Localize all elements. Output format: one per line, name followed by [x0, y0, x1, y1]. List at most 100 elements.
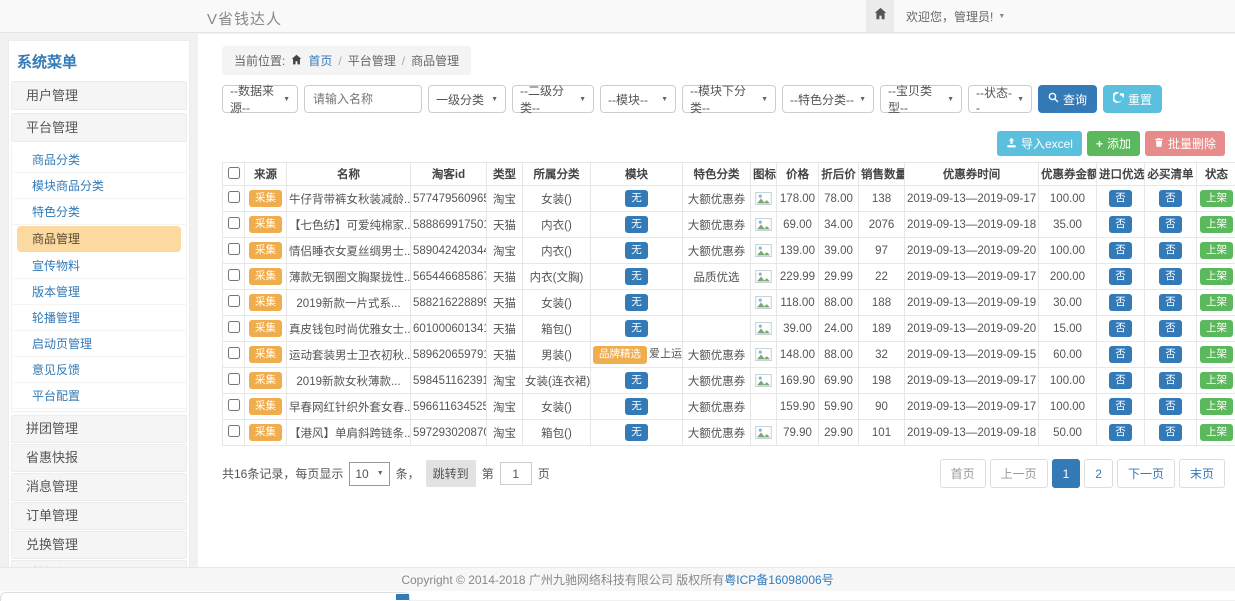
status-badge[interactable]: 上架	[1200, 242, 1233, 259]
sidebar-item[interactable]: 商品管理	[17, 226, 181, 252]
must-buy-badge[interactable]: 否	[1159, 320, 1182, 337]
sidebar-item[interactable]: 模块商品分类	[12, 173, 186, 199]
row-checkbox[interactable]	[228, 269, 240, 281]
sidebar-item[interactable]: 意见反馈	[12, 357, 186, 383]
page-button[interactable]: 下一页	[1117, 459, 1175, 488]
row-source-cell: 采集	[245, 342, 287, 368]
search-name-input[interactable]	[304, 85, 422, 113]
reset-button[interactable]: 重置	[1103, 85, 1162, 113]
must-buy-badge[interactable]: 否	[1159, 294, 1182, 311]
import-select-badge[interactable]: 否	[1109, 424, 1132, 441]
must-buy-badge[interactable]: 否	[1159, 346, 1182, 363]
must-buy-badge[interactable]: 否	[1159, 398, 1182, 415]
pager: 首页上一页12下一页末页	[940, 459, 1225, 488]
sidebar-item[interactable]: 宣传物料	[12, 253, 186, 279]
row-sales: 22	[859, 264, 905, 290]
must-buy-badge[interactable]: 否	[1159, 216, 1182, 233]
module-badge: 无	[625, 424, 648, 441]
sidebar-group[interactable]: 省惠快报	[11, 444, 187, 472]
sidebar-group[interactable]: 兑换管理	[11, 531, 187, 559]
status-badge[interactable]: 上架	[1200, 398, 1233, 415]
add-button[interactable]: + 添加	[1087, 131, 1140, 156]
import-select-badge[interactable]: 否	[1109, 294, 1132, 311]
breadcrumb-home-link[interactable]: 首页	[308, 52, 332, 69]
bulk-delete-button[interactable]: 批量删除	[1145, 131, 1225, 156]
import-select-badge[interactable]: 否	[1109, 320, 1132, 337]
page-button[interactable]: 上一页	[990, 459, 1048, 488]
icp-link[interactable]: 粤ICP备16098006号	[724, 571, 833, 588]
row-checkbox[interactable]	[228, 347, 240, 359]
sidebar-item[interactable]: 特色分类	[12, 199, 186, 225]
sidebar-group[interactable]: 平台管理	[11, 113, 187, 142]
import-select-badge[interactable]: 否	[1109, 190, 1132, 207]
page-button[interactable]: 2	[1084, 459, 1113, 488]
filter-select[interactable]: --模块下分类--▼	[682, 85, 776, 113]
page-number-input[interactable]	[500, 462, 532, 485]
sidebar-group[interactable]: 拼团管理	[11, 415, 187, 443]
sidebar-item[interactable]: 商品分类	[12, 147, 186, 173]
sidebar-item[interactable]: 轮播管理	[12, 305, 186, 331]
source-badge: 采集	[249, 268, 282, 285]
must-buy-badge[interactable]: 否	[1159, 372, 1182, 389]
row-mustbuy-cell: 否	[1145, 238, 1197, 264]
status-badge[interactable]: 上架	[1200, 268, 1233, 285]
filter-select[interactable]: 一级分类▼	[428, 85, 506, 113]
import-select-badge[interactable]: 否	[1109, 216, 1132, 233]
status-badge[interactable]: 上架	[1200, 346, 1233, 363]
row-checkbox[interactable]	[228, 399, 240, 411]
must-buy-badge[interactable]: 否	[1159, 242, 1182, 259]
must-buy-badge[interactable]: 否	[1159, 424, 1182, 441]
sidebar-group[interactable]: 消息管理	[11, 473, 187, 501]
import-select-badge[interactable]: 否	[1109, 268, 1132, 285]
page-button[interactable]: 首页	[940, 459, 986, 488]
jump-button[interactable]: 跳转到	[426, 460, 476, 487]
sidebar-bottom-groups: 拼团管理省惠快报消息管理订单管理兑换管理结算管理	[9, 415, 189, 575]
status-badge[interactable]: 上架	[1200, 216, 1233, 233]
select-all-checkbox[interactable]	[228, 167, 240, 179]
status-badge[interactable]: 上架	[1200, 372, 1233, 389]
table-body: 采集牛仔背带裤女秋装减龄...577479560965淘宝女装()无大额优惠券1…	[223, 186, 1235, 446]
row-mustbuy-cell: 否	[1145, 368, 1197, 394]
row-import-cell: 否	[1097, 212, 1145, 238]
sidebar-item[interactable]: 版本管理	[12, 279, 186, 305]
search-button[interactable]: 查询	[1038, 85, 1097, 113]
row-checkbox[interactable]	[228, 243, 240, 255]
main-content: 当前位置: 首页 /平台管理/商品管理 --数据来源--▼一级分类▼--二级分类…	[222, 46, 1225, 488]
import-select-badge[interactable]: 否	[1109, 372, 1132, 389]
filter-select[interactable]: --模块--▼	[600, 85, 676, 113]
status-badge[interactable]: 上架	[1200, 190, 1233, 207]
home-button[interactable]	[866, 0, 894, 32]
column-header: 名称	[287, 163, 411, 186]
must-buy-badge[interactable]: 否	[1159, 268, 1182, 285]
status-badge[interactable]: 上架	[1200, 424, 1233, 441]
sidebar-item[interactable]: 平台配置	[12, 383, 186, 409]
user-menu[interactable]: 欢迎您，管理员! ▼	[906, 8, 1005, 25]
sidebar-item[interactable]: 启动页管理	[12, 331, 186, 357]
import-select-badge[interactable]: 否	[1109, 398, 1132, 415]
import-select-badge[interactable]: 否	[1109, 242, 1132, 259]
row-checkbox[interactable]	[228, 373, 240, 385]
row-checkbox[interactable]	[228, 191, 240, 203]
sidebar-group[interactable]: 用户管理	[11, 81, 187, 110]
thumbnail-icon	[755, 348, 772, 361]
page-button[interactable]: 末页	[1179, 459, 1225, 488]
import-select-badge[interactable]: 否	[1109, 346, 1132, 363]
row-checkbox[interactable]	[228, 321, 240, 333]
filter-select[interactable]: --数据来源--▼	[222, 85, 298, 113]
column-header: 优惠券时间	[905, 163, 1039, 186]
sidebar-group[interactable]: 订单管理	[11, 502, 187, 530]
row-checkbox[interactable]	[228, 217, 240, 229]
import-excel-button[interactable]: 导入excel	[997, 131, 1082, 156]
filter-select[interactable]: --状态--▼	[968, 85, 1032, 113]
must-buy-badge[interactable]: 否	[1159, 190, 1182, 207]
filter-select[interactable]: --特色分类--▼	[782, 85, 874, 113]
row-checkbox[interactable]	[228, 425, 240, 437]
page-button[interactable]: 1	[1052, 459, 1081, 488]
filter-select[interactable]: --二级分类--▼	[512, 85, 594, 113]
filter-select[interactable]: --宝贝类型--▼	[880, 85, 962, 113]
status-badge[interactable]: 上架	[1200, 294, 1233, 311]
row-checkbox[interactable]	[228, 295, 240, 307]
row-taoke-id: 589042420344	[411, 238, 487, 264]
status-badge[interactable]: 上架	[1200, 320, 1233, 337]
per-page-select[interactable]: 10 ▼	[349, 462, 389, 486]
